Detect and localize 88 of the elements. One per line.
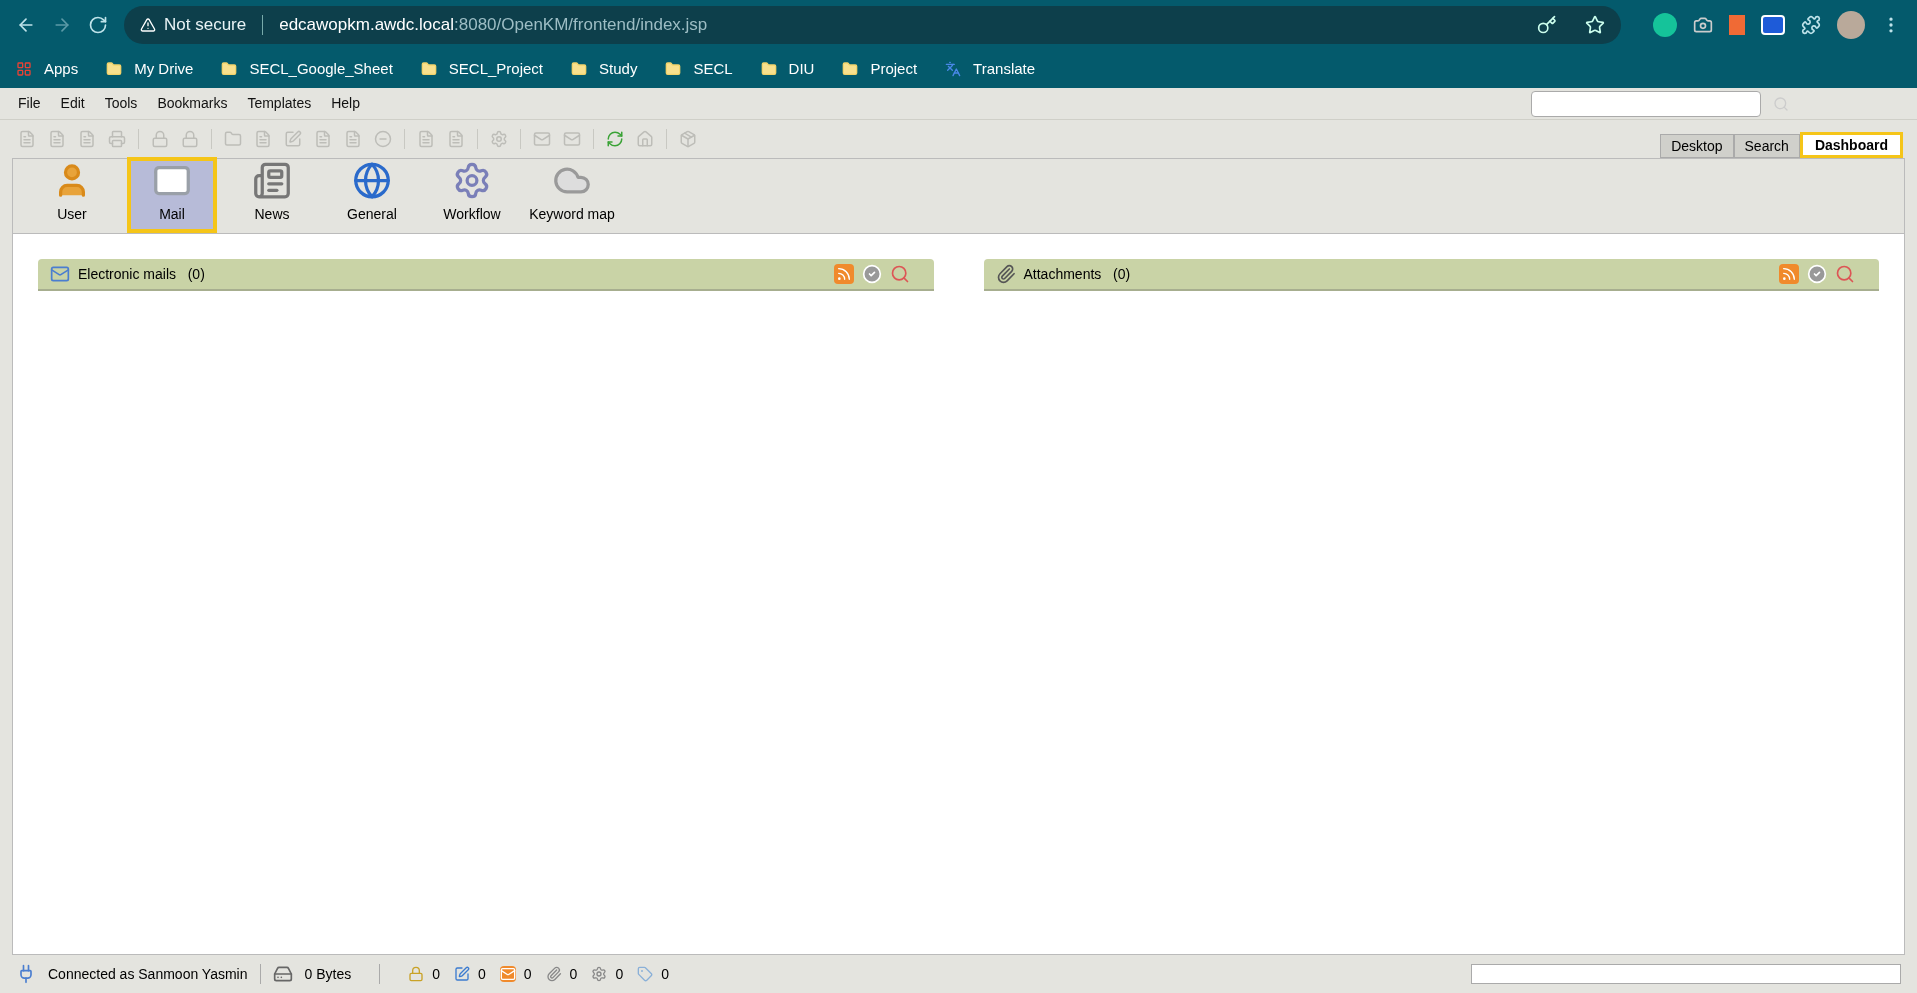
status-user: Connected as Sanmoon Yasmin [48, 964, 248, 984]
toolbar-icon[interactable] [254, 130, 272, 148]
menu-item[interactable]: Bookmarks [157, 93, 228, 114]
rss-icon[interactable] [1779, 264, 1799, 284]
menu-item[interactable]: Edit [60, 93, 85, 114]
address-bar[interactable]: Not secure edcawopkm.awdc.local:8080/OpenKM/frontend/index.jsp [124, 6, 1621, 44]
dashboard-tool[interactable]: Keyword map [527, 157, 617, 233]
panel-title: Electronic mails (0) [78, 264, 205, 284]
puzzle-icon[interactable] [1801, 15, 1821, 35]
counter-value: 0 [523, 964, 532, 984]
folder-icon [842, 61, 859, 77]
toolbar-icon[interactable] [314, 130, 332, 148]
check-icon[interactable] [1807, 264, 1827, 284]
toolbar-icon[interactable] [374, 130, 392, 148]
toolbar-icon[interactable] [181, 130, 199, 148]
warning-icon [140, 17, 156, 33]
security-label: Not secure [164, 14, 247, 37]
dashboard-tool[interactable]: User [27, 157, 117, 233]
counter-value: 0 [432, 964, 440, 984]
dashboard-tool[interactable]: Workflow [427, 157, 517, 233]
folder-icon [420, 61, 437, 77]
menu-item[interactable]: Templates [247, 93, 312, 114]
edit-icon [454, 966, 470, 982]
bookmark-link[interactable]: Apps [16, 57, 79, 81]
rss-icon[interactable] [833, 264, 854, 284]
tab[interactable]: Desktop [1660, 134, 1734, 158]
dashboard-tool[interactable]: News [227, 157, 317, 233]
dashboard-tool[interactable]: General [327, 157, 417, 233]
key-icon[interactable] [1537, 15, 1557, 35]
tab[interactable]: Dashboard [1799, 132, 1903, 158]
bookmark-link[interactable]: Study [571, 57, 638, 81]
toolbar-icon[interactable] [48, 130, 66, 148]
bookmark-link[interactable]: SECL_Google_Sheet [221, 57, 393, 81]
counter-value: 0 [478, 964, 486, 984]
bookmark-link[interactable]: My Drive [106, 57, 194, 81]
folder-icon [760, 61, 777, 77]
avatar[interactable] [1837, 11, 1865, 39]
menu-item[interactable]: Tools [104, 93, 138, 114]
search-icon[interactable] [1835, 264, 1855, 284]
camera-icon[interactable] [1693, 15, 1713, 35]
grid-icon [16, 61, 32, 77]
toolbar-icon[interactable] [78, 130, 96, 148]
toolbar-icon[interactable] [606, 130, 624, 148]
gear-icon [591, 966, 608, 982]
screen-extension-icon[interactable] [1761, 15, 1785, 35]
toolbar-icon[interactable] [533, 130, 551, 148]
search-icon[interactable] [889, 264, 910, 284]
toolbar-icon[interactable] [490, 130, 508, 148]
toolbar-icon[interactable] [417, 130, 435, 148]
dashboard-tool[interactable]: Mail [127, 157, 217, 233]
toolbar-icon[interactable] [224, 130, 242, 148]
toolbar-icon[interactable] [447, 130, 465, 148]
toolbar-icon[interactable] [284, 130, 302, 148]
menu-item[interactable]: File [18, 93, 41, 114]
toolbar-icon[interactable] [151, 130, 169, 148]
menu-item[interactable]: Help [331, 93, 360, 114]
translate-icon [945, 61, 962, 77]
search-icon[interactable] [1773, 95, 1789, 112]
counter-value: 0 [569, 964, 578, 984]
folder-icon [571, 61, 588, 77]
url-text: edcawopkm.awdc.local:8080/OpenKM/frontend/index.jsp [279, 14, 708, 37]
folder-icon [106, 61, 123, 77]
bookmark-link[interactable]: Translate [945, 57, 1036, 81]
tab[interactable]: Search [1733, 134, 1800, 158]
star-icon[interactable] [1585, 15, 1605, 35]
folder-icon [665, 61, 682, 77]
tag-icon [637, 966, 654, 982]
folder-icon [221, 61, 238, 77]
bookmark-link[interactable]: SECL [665, 57, 733, 81]
toolbar-icon[interactable] [108, 130, 126, 148]
bookmark-link[interactable]: Project [842, 57, 918, 81]
paperclip-icon [995, 264, 1016, 284]
bookmark-link[interactable]: SECL_Project [420, 57, 544, 81]
lock-icon [408, 966, 425, 982]
toolbar-icon[interactable] [18, 130, 36, 148]
bookmark-link[interactable]: DIU [760, 57, 815, 81]
paperclip-icon [545, 966, 562, 982]
status-size: 0 Bytes [304, 964, 352, 984]
toolbar-icon[interactable] [679, 130, 697, 148]
search-field[interactable] [1531, 90, 1761, 117]
reload-icon[interactable] [88, 15, 108, 35]
panel-title: Attachments (0) [1023, 264, 1131, 284]
toolbar-icon[interactable] [636, 130, 654, 148]
check-icon[interactable] [861, 264, 882, 284]
counter-value: 0 [615, 964, 624, 984]
toolbar-icon[interactable] [563, 130, 581, 148]
counter-value: 0 [661, 964, 669, 984]
toolbar-icon[interactable] [344, 130, 362, 148]
